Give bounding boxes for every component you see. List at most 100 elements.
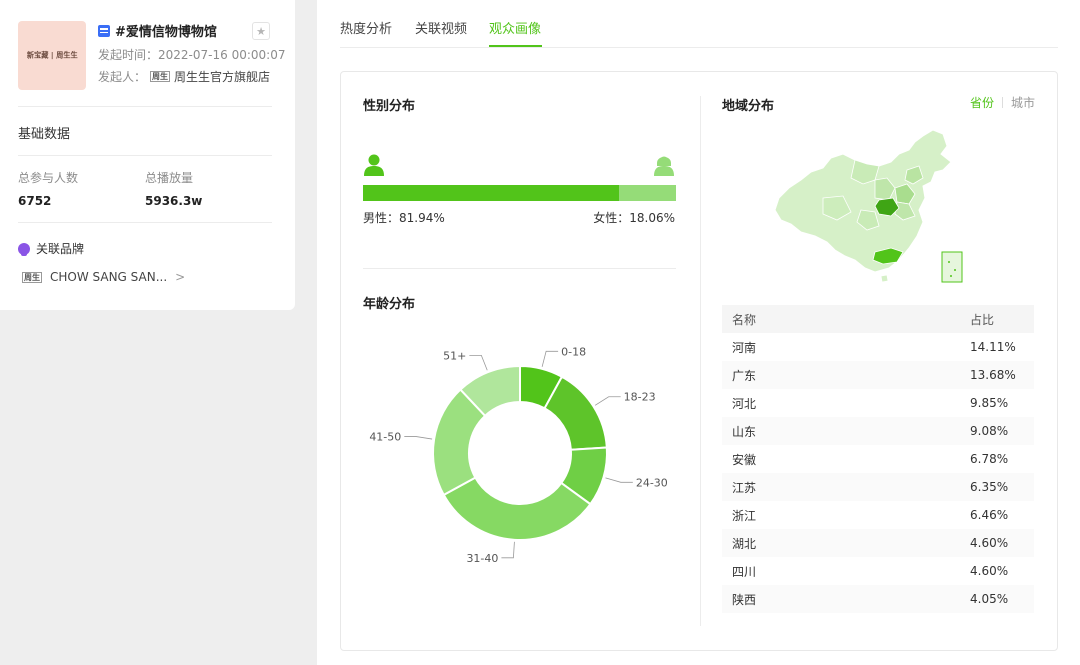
column-divider xyxy=(700,96,701,626)
region-name: 湖北 xyxy=(732,536,757,551)
map-region-hainan xyxy=(880,274,889,283)
region-name: 浙江 xyxy=(732,508,757,523)
male-share-fill xyxy=(363,185,620,201)
donut-label: 0-18 xyxy=(561,345,586,358)
brand-link[interactable]: 周生 CHOW SANG SAN... > xyxy=(22,270,185,284)
gender-title: 性别分布 xyxy=(363,99,416,114)
table-row: 湖北 4.60% xyxy=(722,529,1034,557)
table-row: 江苏 6.35% xyxy=(722,473,1034,501)
owner-label: 发起人： xyxy=(98,70,147,84)
topic-title-row: #爱情信物博物馆 xyxy=(98,21,217,40)
plays-value: 5936.3w xyxy=(145,194,203,208)
map-mainland xyxy=(774,129,952,273)
donut-label: 51+ xyxy=(443,349,466,362)
table-row: 陕西 4.05% xyxy=(722,585,1034,613)
region-name: 四川 xyxy=(732,564,757,579)
tab-audience-profile[interactable]: 观众画像 xyxy=(489,18,541,37)
region-pct: 6.46% xyxy=(970,508,1009,522)
region-name: 安徽 xyxy=(732,452,757,467)
region-name: 山东 xyxy=(732,424,757,439)
topic-thumbnail[interactable]: 新宝藏 | 周生生 xyxy=(18,21,86,90)
region-pct: 6.78% xyxy=(970,452,1009,466)
tab-heat-analysis[interactable]: 热度分析 xyxy=(340,18,392,37)
brand-logo: 周生 xyxy=(22,271,42,283)
region-name: 河北 xyxy=(732,396,757,411)
region-name: 陕西 xyxy=(732,592,757,607)
plays-label: 总播放量 xyxy=(145,171,194,185)
china-map xyxy=(774,129,963,283)
col-name-header: 名称 xyxy=(732,312,757,327)
region-pct: 14.11% xyxy=(970,340,1016,354)
region-pct: 9.08% xyxy=(970,424,1009,438)
donut-leader-line xyxy=(594,396,621,406)
favorite-star-button[interactable]: ★ xyxy=(252,22,270,40)
divider xyxy=(363,268,676,269)
region-pct: 6.35% xyxy=(970,480,1009,494)
tab-related-videos[interactable]: 关联视频 xyxy=(415,18,467,37)
participants-label: 总参与人数 xyxy=(18,171,79,185)
map-inset-box xyxy=(941,251,963,283)
region-pct: 4.05% xyxy=(970,592,1009,606)
table-row: 河南 14.11% xyxy=(722,333,1034,361)
chevron-right-icon: > xyxy=(175,270,186,284)
table-row: 安徽 6.78% xyxy=(722,445,1034,473)
divider xyxy=(18,155,272,156)
female-percent-label: 女性：18.06% xyxy=(593,211,675,225)
brand-name: CHOW SANG SAN... xyxy=(50,270,168,284)
region-table: 名称 占比 河南 14.11% 广东 13.68% 河北 9.85% 山东 9.… xyxy=(722,305,1034,613)
table-row: 浙江 6.46% xyxy=(722,501,1034,529)
divider xyxy=(18,106,272,107)
topic-owner: 发起人： 周生 周生生官方旗舰店 xyxy=(98,68,270,85)
table-row: 四川 4.60% xyxy=(722,557,1034,585)
donut-label: 31-40 xyxy=(466,552,498,565)
switch-province[interactable]: 省份 xyxy=(970,94,994,111)
region-pct: 4.60% xyxy=(970,536,1009,550)
donut-leader-line xyxy=(469,354,488,371)
brand-badge-icon xyxy=(18,242,30,256)
star-icon: ★ xyxy=(256,24,266,38)
donut-slice-31-40[interactable] xyxy=(442,476,592,541)
age-title: 年龄分布 xyxy=(363,297,416,312)
active-tab-underline xyxy=(489,45,542,47)
start-time-label: 发起时间： xyxy=(98,48,159,62)
region-switch: 省份 城市 xyxy=(970,94,1035,111)
region-pct: 4.60% xyxy=(970,564,1009,578)
region-pct: 9.85% xyxy=(970,396,1009,410)
donut-leader-line xyxy=(404,436,433,440)
male-icon xyxy=(364,154,384,176)
donut-leader-line xyxy=(501,541,515,559)
topic-start-time: 发起时间： 2022-07-16 00:00:07 xyxy=(98,46,285,63)
topic-card: 新宝藏 | 周生生 #爱情信物博物馆 ★ 发起时间： 2022-07-16 00… xyxy=(0,0,295,310)
gender-ratio-bar xyxy=(363,185,676,201)
age-donut-chart: 0-18 18-23 24-30 31-40 41-50 51+ xyxy=(369,345,668,565)
donut-leader-line xyxy=(541,350,559,367)
divider xyxy=(18,222,272,223)
region-name: 江苏 xyxy=(732,480,757,495)
participants-value: 6752 xyxy=(18,194,52,208)
audience-content: 性别分布 男性：81.94% 女性：18.06% 年龄分布 0-18 18-23 2… xyxy=(340,71,1058,651)
col-pct-header: 占比 xyxy=(970,312,995,327)
male-percent-label: 男性：81.94% xyxy=(363,211,445,225)
region-name: 广东 xyxy=(732,368,757,383)
table-row: 广东 13.68% xyxy=(722,361,1034,389)
donut-leader-line xyxy=(605,477,633,483)
start-time-value: 2022-07-16 00:00:07 xyxy=(158,47,286,62)
owner-name[interactable]: 周生生官方旗舰店 xyxy=(174,68,270,85)
basic-data-heading: 基础数据 xyxy=(18,127,71,142)
donut-label: 41-50 xyxy=(369,431,401,444)
related-brand-label: 关联品牌 xyxy=(36,242,85,256)
owner-logo: 周生 xyxy=(150,71,171,82)
female-icon xyxy=(654,156,674,176)
region-name: 河南 xyxy=(732,340,757,355)
donut-label: 18-23 xyxy=(624,391,656,404)
switch-city[interactable]: 城市 xyxy=(1011,94,1035,111)
topic-title[interactable]: #爱情信物博物馆 xyxy=(115,21,217,40)
table-row: 河北 9.85% xyxy=(722,389,1034,417)
topic-icon xyxy=(98,24,110,37)
tab-bar: 热度分析 关联视频 观众画像 xyxy=(340,0,1058,48)
switch-separator xyxy=(1001,97,1003,108)
table-row: 山东 9.08% xyxy=(722,417,1034,445)
region-pct: 13.68% xyxy=(970,368,1016,382)
related-brand-heading: 关联品牌 xyxy=(18,240,84,257)
donut-label: 24-30 xyxy=(636,476,668,489)
